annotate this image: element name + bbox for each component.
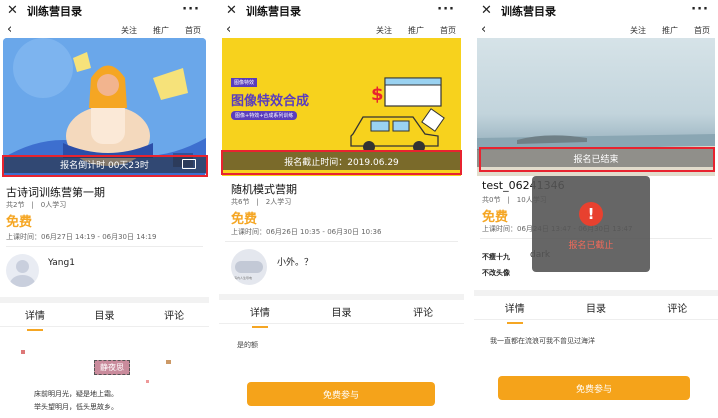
divider: [6, 246, 203, 247]
highlight-box: [221, 150, 462, 175]
close-icon[interactable]: ✕: [7, 4, 21, 18]
app-title: 训练营目录: [501, 5, 556, 18]
more-icon[interactable]: ···: [691, 2, 709, 17]
poem-card: 静夜思 床前明月光，疑是地上霜。 举头望明月，低头思故乡。: [6, 340, 203, 418]
promote-link[interactable]: 推广: [153, 25, 169, 36]
follow-link[interactable]: 关注: [121, 25, 137, 36]
follow-link[interactable]: 关注: [630, 25, 646, 36]
tab-bar: 详情 目录 评论: [219, 294, 464, 328]
price-label: 免费: [6, 215, 33, 230]
toast-text: 报名已截止: [568, 241, 614, 251]
course-title: 古诗词训练营第一期: [6, 186, 105, 199]
class-time: 上课时间：06月26日 10:35 - 06月30日 10:36: [231, 228, 382, 236]
phone-screen-1: ✕ 训练营目录 ··· ‹ 关注 推广 首页 报名倒计时 00天23时 古诗词训…: [0, 0, 209, 418]
close-icon[interactable]: ✕: [226, 4, 240, 18]
tab-catalog[interactable]: 目录: [586, 300, 606, 315]
tab-details[interactable]: 详情: [25, 307, 45, 331]
back-icon[interactable]: ‹: [7, 22, 12, 37]
close-icon[interactable]: ✕: [481, 4, 495, 18]
avatar-caption: 海内人生导电: [234, 276, 253, 280]
registration-closed-toast: ! 报名已截止: [532, 176, 650, 272]
join-free-button[interactable]: 免费参与: [247, 382, 435, 406]
home-link[interactable]: 首页: [185, 25, 201, 36]
back-icon[interactable]: ‹: [481, 22, 486, 37]
tab-details[interactable]: 详情: [250, 304, 270, 328]
nav-row: ‹ 关注 推广 首页: [474, 22, 718, 38]
tab-details[interactable]: 详情: [505, 300, 525, 324]
course-title: 随机模式营期: [231, 183, 297, 196]
tab-bar: 详情 目录 评论: [474, 290, 718, 324]
title-bar: ✕ 训练营目录 ···: [219, 0, 464, 22]
banner-badge: 图像特效: [231, 78, 258, 87]
banner-title: 图像特效合成: [231, 94, 310, 109]
phone-screen-3: ✕ 训练营目录 ··· ‹ 关注 推广 首页 报名已结束 test_062413…: [474, 0, 718, 418]
avatar: 海内人生导电: [231, 249, 267, 285]
poem-line-1: 床前明月光，疑是地上霜。: [34, 390, 118, 398]
price-label: 免费: [482, 210, 509, 225]
back-icon[interactable]: ‹: [226, 22, 231, 37]
poem-line-2: 举头望明月，低头思故乡。: [34, 403, 118, 411]
teacher-name-1: 不瘦十九: [482, 253, 510, 261]
join-button-label: 免费参与: [575, 384, 612, 395]
alert-icon: !: [579, 202, 603, 226]
banner-subtitle: 图像+特效+合成系列训练: [231, 111, 298, 120]
stamp-label: 静夜思: [94, 360, 130, 375]
tab-bar: 详情 目录 评论: [0, 297, 209, 331]
more-icon[interactable]: ···: [182, 2, 200, 17]
nav-row: ‹ 关注 推广 首页: [0, 22, 209, 38]
tab-comments[interactable]: 评论: [164, 307, 184, 322]
highlight-box: [479, 147, 715, 172]
teacher-name: Yang1: [48, 258, 75, 268]
home-link[interactable]: 首页: [694, 25, 710, 36]
tab-comments[interactable]: 评论: [413, 304, 433, 319]
promote-link[interactable]: 推广: [662, 25, 678, 36]
nav-row: ‹ 关注 推广 首页: [219, 22, 464, 38]
app-title: 训练营目录: [27, 5, 82, 18]
screenshot-canvas: ✕ 训练营目录 ··· ‹ 关注 推广 首页 报名倒计时 00天23时 古诗词训…: [0, 0, 718, 418]
teacher-row[interactable]: Yang1: [6, 254, 203, 288]
teacher-row[interactable]: 海内人生导电 小外。？: [231, 249, 458, 289]
tab-catalog[interactable]: 目录: [331, 304, 351, 319]
divider: [225, 241, 458, 242]
avatar: [6, 254, 39, 287]
highlight-box: [2, 155, 208, 177]
tab-catalog[interactable]: 目录: [94, 307, 114, 322]
follow-link[interactable]: 关注: [376, 25, 392, 36]
title-bar: ✕ 训练营目录 ···: [474, 0, 718, 22]
detail-text: 是的额: [237, 341, 258, 349]
title-bar: ✕ 训练营目录 ···: [0, 0, 209, 22]
teacher-name: 小外。？: [277, 258, 314, 268]
course-meta: 共2节 | 0人学习: [6, 201, 67, 209]
taxi-illustration: $: [350, 77, 445, 152]
svg-text:$: $: [371, 84, 384, 105]
more-icon[interactable]: ···: [437, 2, 455, 17]
course-meta: 共6节 | 2人学习: [231, 198, 292, 206]
teacher-name-3: 不改头像: [482, 269, 510, 277]
join-free-button[interactable]: 免费参与: [498, 376, 690, 400]
phone-screen-2: ✕ 训练营目录 ··· ‹ 关注 推广 首页 图像特效 图像特效合成 图像+特效…: [219, 0, 464, 418]
tab-comments[interactable]: 评论: [667, 300, 687, 315]
class-time: 上课时间：06月27日 14:19 - 06月30日 14:19: [6, 233, 157, 241]
home-link[interactable]: 首页: [440, 25, 456, 36]
detail-text: 我一直都在流浪可我不曾见过海洋: [490, 337, 595, 345]
join-button-label: 免费参与: [322, 390, 359, 401]
price-label: 免费: [231, 212, 258, 227]
app-title: 训练营目录: [246, 5, 301, 18]
promote-link[interactable]: 推广: [408, 25, 424, 36]
